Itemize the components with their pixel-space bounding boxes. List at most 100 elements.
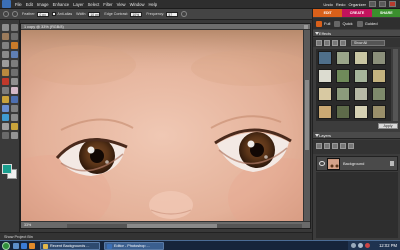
clock[interactable]: 12:02 PM [379,243,397,248]
blur-tool-icon[interactable] [2,123,9,130]
maximize-button[interactable] [379,1,386,7]
antialias-checkbox[interactable] [52,12,57,16]
sponge-tool-icon[interactable] [11,123,18,130]
eraser-tool-icon[interactable] [11,87,18,94]
width-field[interactable]: 10 px [88,11,101,17]
red-eye-tool-icon[interactable] [2,78,9,85]
effect-thumbnail[interactable] [354,87,368,101]
effect-thumbnail[interactable] [372,69,386,83]
tab-share[interactable]: SHARE [371,9,400,17]
lock-all-icon[interactable] [348,143,354,149]
menu-filter[interactable]: Filter [103,2,112,7]
horizontal-scrollbar[interactable] [67,223,302,228]
menu-view[interactable]: View [117,2,126,7]
gradient-tool-icon[interactable] [2,114,9,121]
effect-thumbnail[interactable] [372,105,386,119]
brush-tool-icon[interactable] [11,96,18,103]
adjustment-layer-icon[interactable] [324,143,330,149]
filters-icon[interactable] [316,39,322,46]
effect-thumbnail[interactable] [372,87,386,101]
media-player-icon[interactable] [29,243,35,249]
delete-layer-icon[interactable] [332,143,338,149]
effects-category-dropdown[interactable]: Show All [351,39,385,46]
dodge-tool-icon[interactable] [11,132,18,139]
pencil-tool-icon[interactable] [2,96,9,103]
horizontal-scroll-thumb[interactable] [127,223,217,228]
selection-brush-tool-icon[interactable] [11,51,18,58]
menu-enhance[interactable]: Enhance [53,2,70,7]
magnetic-lasso-icon[interactable] [3,11,9,17]
internet-explorer-icon[interactable] [21,243,27,249]
foreground-color-swatch[interactable] [2,164,12,174]
minimize-button[interactable] [369,1,376,7]
effect-thumbnail[interactable] [336,105,350,119]
effect-thumbnail[interactable] [372,51,386,65]
effect-thumbnail[interactable] [318,51,332,65]
effect-thumbnail[interactable] [336,69,350,83]
menu-image[interactable]: Image [37,2,49,7]
move-tool-icon[interactable] [2,24,9,31]
straighten-tool-icon[interactable] [11,69,18,76]
effect-thumbnail[interactable] [318,87,332,101]
organizer-button[interactable]: Organizer [348,2,366,7]
tab-create[interactable]: CREATE [342,9,372,17]
effect-thumbnail[interactable] [336,87,350,101]
taskbar-item-recent-backgrounds[interactable]: Recent Backgrounds ... [40,242,100,250]
taskbar-item-photoshop-editor[interactable]: Editor - Photoshop ... [104,242,164,250]
effect-thumbnail[interactable] [354,51,368,65]
new-layer-icon[interactable] [316,143,322,149]
close-button[interactable] [389,1,396,7]
menu-window[interactable]: Window [130,2,145,7]
zoom-level[interactable]: 33% [24,223,31,227]
vertical-scroll-thumb[interactable] [305,80,309,150]
photo-effects-icon[interactable] [332,39,338,46]
menu-layer[interactable]: Layer [73,2,83,7]
clone-stamp-tool-icon[interactable] [2,87,9,94]
selection-mode-icon[interactable] [12,11,18,17]
hand-tool-icon[interactable] [2,33,9,40]
frequency-field[interactable]: 57 [166,11,179,17]
layers-panel-header[interactable]: Layers [313,132,400,139]
refine-edge-icon[interactable] [181,11,188,17]
shape-tool-icon[interactable] [11,114,18,121]
edge-contrast-field[interactable]: 10% [130,11,143,17]
layer-styles-icon[interactable] [324,39,330,46]
magic-wand-tool-icon[interactable] [2,51,9,58]
volume-icon[interactable] [358,243,363,248]
spot-healing-tool-icon[interactable] [11,78,18,85]
cookie-cutter-tool-icon[interactable] [2,69,9,76]
tab-guided-edit[interactable]: Guided [356,20,378,27]
menu-file[interactable]: File [15,2,22,7]
vertical-scrollbar[interactable] [303,30,310,222]
network-icon[interactable] [351,243,356,248]
effect-thumbnail[interactable] [336,51,350,65]
feather-field[interactable]: 0 px [37,11,50,17]
effect-thumbnail[interactable] [354,69,368,83]
zoom-tool-icon[interactable] [11,24,18,31]
tab-quick-fix[interactable]: Quick [334,20,353,27]
lock-transparent-icon[interactable] [340,143,346,149]
redo-button[interactable]: Redo [336,2,346,7]
eyedropper-tool-icon[interactable] [11,33,18,40]
tab-full-edit[interactable]: Full [316,20,330,27]
effects-scrollbar[interactable] [393,49,398,121]
windows-start-icon[interactable] [2,242,10,250]
show-project-bin-label[interactable]: Show Project Bin [4,235,33,239]
lasso-tool-icon[interactable] [11,42,18,49]
all-effects-icon[interactable] [340,39,346,46]
menu-select[interactable]: Select [88,2,100,7]
marquee-tool-icon[interactable] [2,42,9,49]
show-desktop-icon[interactable] [13,243,19,249]
security-icon[interactable] [365,243,370,248]
custom-shape-tool-icon[interactable] [2,132,9,139]
type-tool-icon[interactable] [2,60,9,67]
apply-button[interactable]: Apply [378,123,398,129]
document-close-icon[interactable] [304,25,308,29]
effect-thumbnail[interactable] [318,105,332,119]
effects-panel-header[interactable]: Effects [313,30,400,37]
effect-thumbnail[interactable] [318,69,332,83]
smart-brush-tool-icon[interactable] [2,105,9,112]
undo-button[interactable]: Undo [323,2,333,7]
effect-thumbnail[interactable] [354,105,368,119]
layer-row[interactable]: Background [316,156,398,171]
